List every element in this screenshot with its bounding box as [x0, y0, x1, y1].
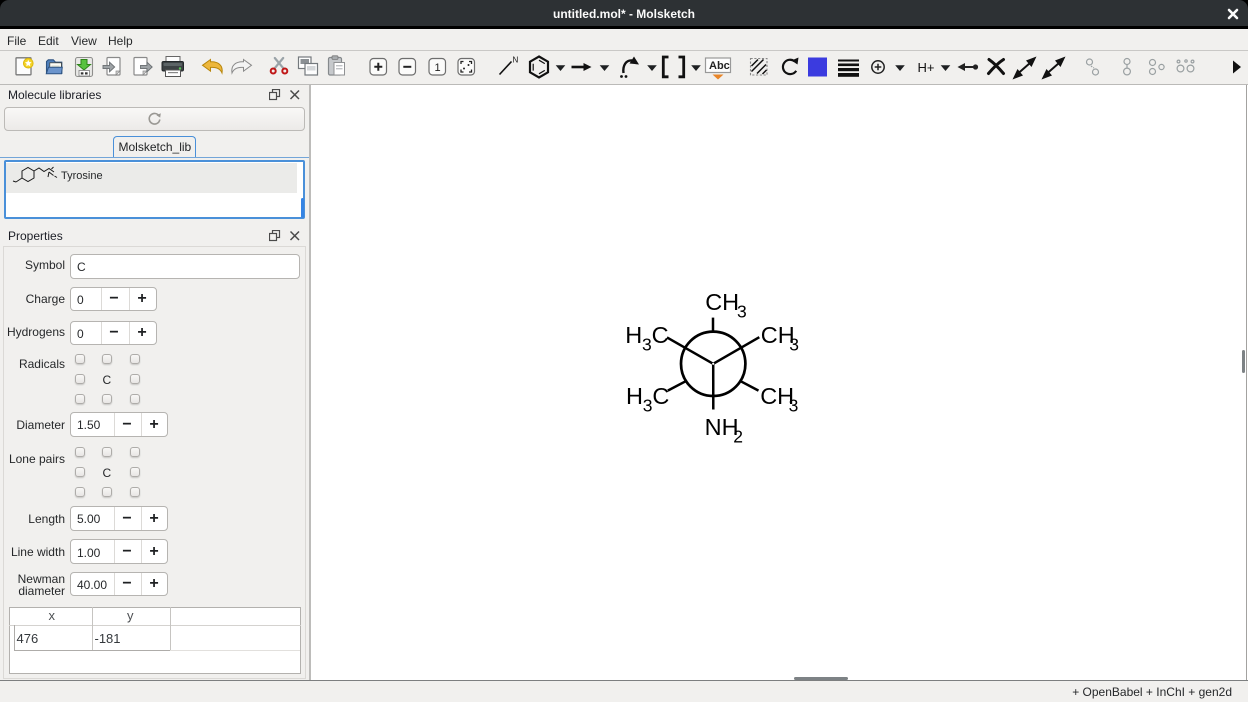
svg-text:3: 3	[737, 301, 747, 321]
svg-text:C: C	[652, 383, 669, 409]
svg-text:H: H	[626, 383, 643, 409]
svg-text:CH: CH	[705, 289, 739, 315]
svg-text:3: 3	[642, 334, 652, 354]
svg-text:3: 3	[643, 396, 653, 416]
svg-text:C: C	[652, 322, 669, 348]
svg-text:1: 1	[435, 62, 441, 74]
svg-text:Abc: Abc	[709, 60, 730, 72]
svg-text:N: N	[513, 56, 519, 65]
svg-text:H+: H+	[918, 60, 935, 75]
svg-text:H: H	[625, 322, 642, 348]
svg-text:3: 3	[789, 334, 799, 354]
svg-text:2: 2	[733, 426, 743, 446]
svg-text:3: 3	[789, 396, 799, 416]
